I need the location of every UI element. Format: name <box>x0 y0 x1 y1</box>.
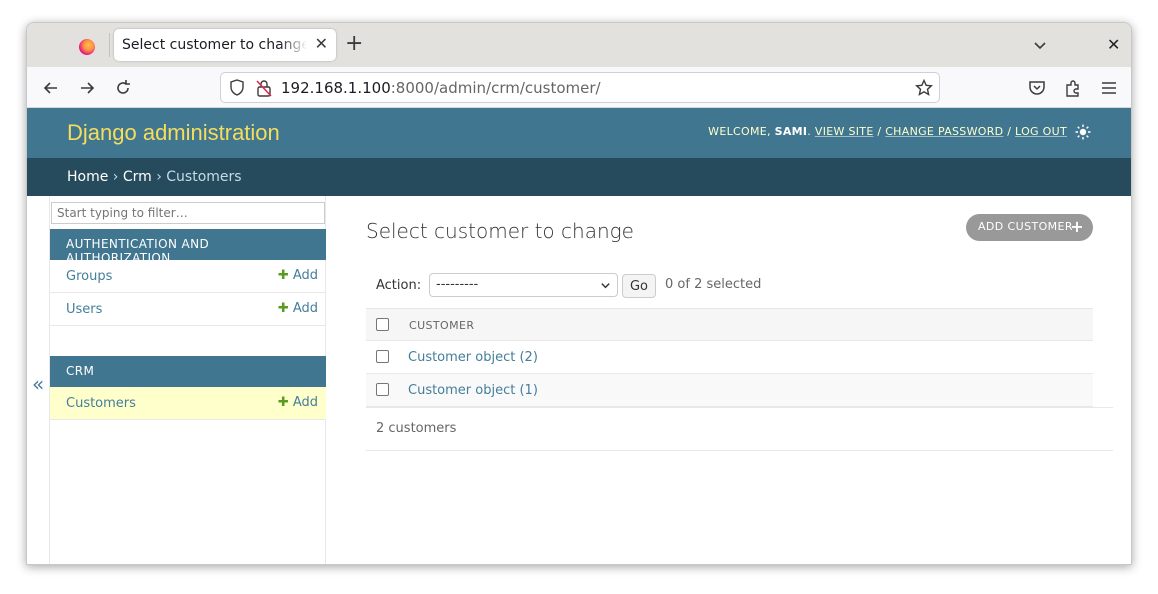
breadcrumb-text: Home › Crm › Customers <box>67 169 242 185</box>
add-label: Add <box>292 395 318 410</box>
sidebar-item-customers: Customers ✚ Add <box>50 387 326 420</box>
breadcrumb-home[interactable]: Home <box>67 169 108 185</box>
admin-header: Django administration WELCOME, SAMI. VIE… <box>27 108 1131 158</box>
add-customer-button[interactable]: ADD CUSTOMER + <box>966 214 1093 241</box>
forward-icon[interactable] <box>77 78 97 98</box>
nav-bar: 192.168.1.100:8000/admin/crm/customer/ <box>27 67 1131 108</box>
url-bar[interactable]: 192.168.1.100:8000/admin/crm/customer/ <box>220 72 940 103</box>
username: SAMI <box>774 125 808 138</box>
module-crm-header[interactable]: CRM <box>50 356 326 387</box>
paginator: 2 customers <box>366 407 1113 451</box>
url-text[interactable]: 192.168.1.100:8000/admin/crm/customer/ <box>281 79 601 97</box>
action-select[interactable]: --------- <box>429 273 618 297</box>
go-button[interactable]: Go <box>622 274 656 298</box>
add-users-link[interactable]: ✚ Add <box>278 301 318 316</box>
url-host: 192.168.1.100 <box>281 79 391 97</box>
add-label: Add <box>292 268 318 283</box>
pocket-icon[interactable] <box>1027 78 1047 98</box>
browser-window: Select customer to change | Django site … <box>26 22 1132 565</box>
module-auth-header[interactable]: AUTHENTICATION AND AUTHORIZATION <box>50 229 326 265</box>
chevron-down-icon <box>601 283 610 289</box>
tab-strip: Select customer to change | Django site … <box>27 23 1131 67</box>
breadcrumb-app[interactable]: Crm <box>123 169 152 185</box>
page-title: Select customer to change <box>366 219 634 243</box>
reload-icon[interactable] <box>113 78 133 98</box>
add-plus-icon: ✚ <box>277 268 289 283</box>
select-all-checkbox[interactable] <box>376 318 389 331</box>
sidebar-item-users: Users ✚ Add <box>50 293 326 326</box>
action-select-value: --------- <box>436 277 479 292</box>
add-plus-icon: ✚ <box>277 301 289 316</box>
row-checkbox[interactable] <box>376 350 389 363</box>
row-checkbox[interactable] <box>376 383 389 396</box>
tab-title: Select customer to change | Django site … <box>122 37 307 53</box>
welcome-text: WELCOME, <box>708 125 771 138</box>
selection-counter: 0 of 2 selected <box>665 277 762 292</box>
change-password-link[interactable]: CHANGE PASSWORD <box>885 125 1003 138</box>
sidebar-item-groups: Groups ✚ Add <box>50 260 326 293</box>
add-label: Add <box>292 301 318 316</box>
bookmark-star-icon[interactable] <box>915 79 933 97</box>
theme-toggle-icon[interactable] <box>1075 124 1091 140</box>
tab-close-icon[interactable]: ✕ <box>315 35 328 53</box>
sidebar-item-label[interactable]: Customers <box>66 396 136 411</box>
extensions-icon[interactable] <box>1063 78 1083 98</box>
plus-icon: + <box>1070 217 1084 236</box>
tab-separator <box>109 33 110 57</box>
results-table-header: CUSTOMER <box>366 308 1093 341</box>
add-customers-link[interactable]: ✚ Add <box>278 395 318 410</box>
action-label: Action: <box>376 278 422 293</box>
sidebar-item-label[interactable]: Users <box>66 302 102 317</box>
tab-active[interactable]: Select customer to change | Django site … <box>114 29 336 61</box>
customer-link[interactable]: Customer object (1) <box>408 383 538 398</box>
url-path: :8000/admin/crm/customer/ <box>390 79 601 97</box>
sidebar-filter-input[interactable] <box>51 202 325 224</box>
new-tab-icon[interactable]: + <box>345 33 363 55</box>
user-tools: WELCOME, SAMI. VIEW SITE / CHANGE PASSWO… <box>708 125 1067 138</box>
table-row: Customer object (2) <box>366 341 1093 374</box>
add-customer-label: ADD CUSTOMER <box>978 220 1073 233</box>
close-window-icon[interactable]: ✕ <box>1107 35 1120 54</box>
column-header-customer[interactable]: CUSTOMER <box>409 319 474 332</box>
view-site-link[interactable]: VIEW SITE <box>815 125 874 138</box>
log-out-link[interactable]: LOG OUT <box>1015 125 1067 138</box>
sidebar-item-label[interactable]: Groups <box>66 269 112 284</box>
site-branding[interactable]: Django administration <box>67 120 280 146</box>
insecure-lock-icon[interactable] <box>256 79 272 97</box>
table-row: Customer object (1) <box>366 374 1093 407</box>
collapse-sidebar-icon[interactable]: « <box>32 372 44 396</box>
result-count: 2 customers <box>376 421 457 436</box>
back-icon[interactable] <box>41 78 61 98</box>
shield-icon[interactable] <box>229 79 245 97</box>
add-plus-icon: ✚ <box>277 395 289 410</box>
menu-icon[interactable] <box>1099 78 1119 98</box>
customer-link[interactable]: Customer object (2) <box>408 350 538 365</box>
add-groups-link[interactable]: ✚ Add <box>278 268 318 283</box>
breadcrumb: Home › Crm › Customers <box>27 158 1131 196</box>
firefox-icon[interactable] <box>79 39 95 55</box>
nav-sidebar: AUTHENTICATION AND AUTHORIZATION Groups … <box>49 196 326 564</box>
chevron-down-icon[interactable] <box>1032 37 1048 53</box>
breadcrumb-current: Customers <box>166 169 242 185</box>
